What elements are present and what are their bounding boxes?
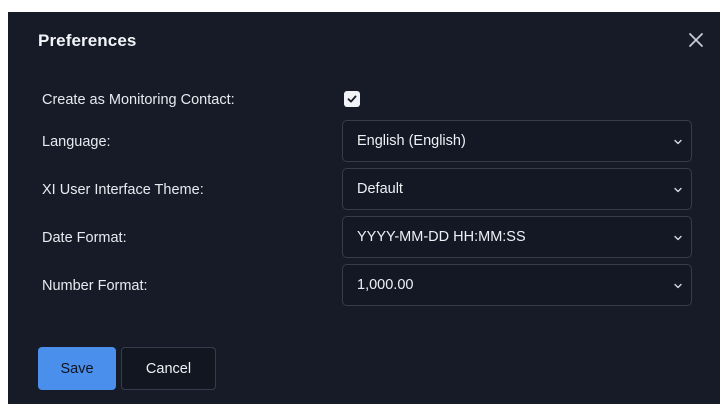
preferences-dialog: Preferences Create as Monitoring Contact… <box>8 12 720 404</box>
date-format-label: Date Format: <box>42 230 127 246</box>
monitoring-contact-label: Create as Monitoring Contact: <box>42 92 235 108</box>
monitoring-contact-checkbox[interactable] <box>344 91 360 107</box>
chevron-down-icon <box>673 137 683 147</box>
number-format-label: Number Format: <box>42 278 148 294</box>
theme-select[interactable]: Default <box>342 168 692 210</box>
number-format-select-value: 1,000.00 <box>357 277 414 293</box>
cancel-button[interactable]: Cancel <box>121 347 216 390</box>
dialog-title: Preferences <box>38 31 137 50</box>
checkmark-icon <box>347 95 357 103</box>
theme-label: XI User Interface Theme: <box>42 182 204 198</box>
theme-select-value: Default <box>357 181 403 197</box>
chevron-down-icon <box>673 281 683 291</box>
chevron-down-icon <box>673 185 683 195</box>
date-format-select[interactable]: YYYY-MM-DD HH:MM:SS <box>342 216 692 258</box>
language-select[interactable]: English (English) <box>342 120 692 162</box>
language-select-value: English (English) <box>357 133 466 149</box>
save-button[interactable]: Save <box>38 347 116 390</box>
language-label: Language: <box>42 134 111 150</box>
number-format-select[interactable]: 1,000.00 <box>342 264 692 306</box>
chevron-down-icon <box>673 233 683 243</box>
close-icon[interactable] <box>686 30 706 50</box>
date-format-select-value: YYYY-MM-DD HH:MM:SS <box>357 229 526 245</box>
